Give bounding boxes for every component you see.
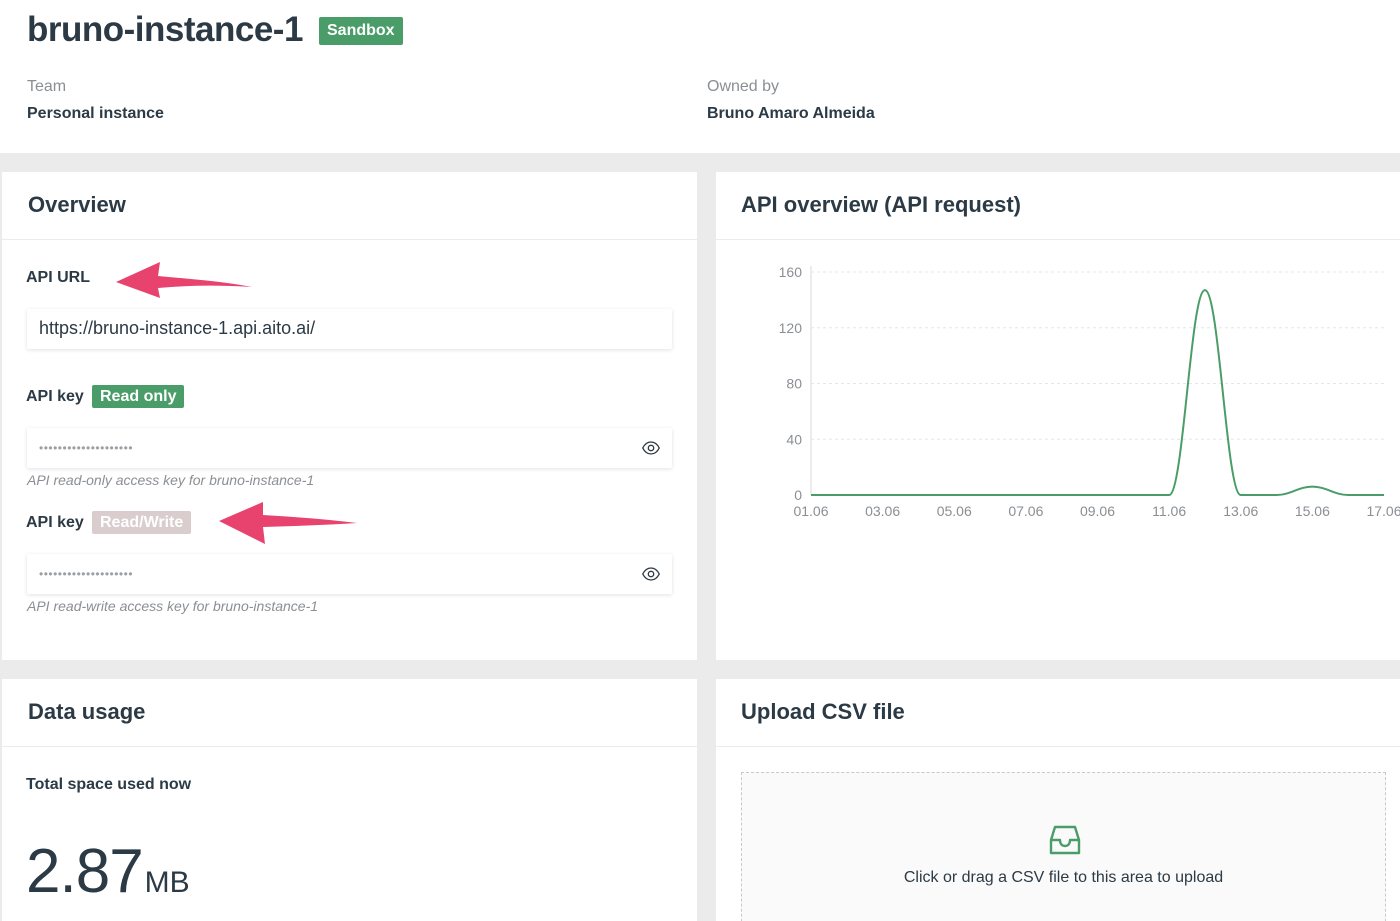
x-tick-label: 09.06	[1080, 503, 1115, 519]
total-space-unit: MB	[144, 866, 190, 899]
api-key-write-field[interactable]: ••••••••••••••••••••	[27, 554, 672, 594]
sandbox-badge: Sandbox	[319, 17, 403, 45]
read-only-badge: Read only	[92, 385, 185, 408]
api-overview-title: API overview (API request)	[741, 192, 1021, 217]
api-key-read-helper: API read-only access key for bruno-insta…	[27, 472, 315, 488]
eye-icon[interactable]	[642, 565, 660, 583]
api-key-write-label: API key	[26, 514, 84, 531]
annotation-arrow-api-key	[219, 502, 357, 544]
overview-title: Overview	[28, 192, 126, 217]
api-url-label: API URL	[26, 269, 90, 286]
api-key-read-field[interactable]: ••••••••••••••••••••	[27, 428, 672, 468]
x-tick-label: 13.06	[1223, 503, 1258, 519]
x-tick-label: 01.06	[793, 503, 828, 519]
series-line	[811, 289, 1384, 496]
inbox-icon	[1049, 825, 1081, 855]
x-tick-label: 03.06	[865, 503, 900, 519]
y-tick-label: 40	[786, 431, 802, 447]
total-space-value: 2.87MB	[26, 836, 190, 907]
data-usage-card-header: Data usage	[2, 679, 697, 747]
api-overview-card: API overview (API request) 0 40 80 120 160 01…	[716, 172, 1400, 660]
api-request-chart: 0 40 80 120 160 01.06 03.06 05.06 07.06 09.06 11.0…	[779, 264, 1400, 519]
read-write-badge: Read/Write	[92, 511, 192, 534]
x-tick-label: 11.06	[1152, 503, 1186, 519]
api-key-read-label: API key	[26, 388, 84, 405]
upload-instructions: Click or drag a CSV file to this area to…	[903, 869, 1224, 886]
y-tick-label: 80	[786, 376, 802, 392]
y-tick-label: 0	[794, 487, 802, 503]
owner-label: Owned by	[707, 78, 780, 95]
api-key-read-masked: ••••••••••••••••••••	[39, 441, 134, 455]
api-url-value[interactable]: https://bruno-instance-1.api.aito.ai/	[39, 318, 315, 339]
y-tick-label: 120	[779, 320, 803, 336]
upload-card-header: Upload CSV file	[716, 679, 1400, 747]
api-key-write-helper: API read-write access key for bruno-inst…	[27, 598, 319, 614]
total-space-number: 2.87	[26, 837, 144, 906]
x-tick-label: 17.06	[1366, 503, 1400, 519]
upload-title: Upload CSV file	[741, 699, 905, 724]
instance-title: bruno-instance-1	[27, 10, 303, 49]
team-value: Personal instance	[27, 105, 164, 122]
owner-value: Bruno Amaro Almeida	[707, 105, 875, 122]
api-overview-card-header: API overview (API request)	[716, 172, 1400, 240]
eye-icon[interactable]	[642, 439, 660, 457]
x-tick-label: 05.06	[937, 503, 972, 519]
api-key-write-masked: ••••••••••••••••••••	[39, 567, 134, 581]
api-url-field[interactable]: https://bruno-instance-1.api.aito.ai/	[27, 309, 672, 349]
csv-dropzone[interactable]: Click or drag a CSV file to this area to…	[741, 772, 1386, 921]
overview-card-header: Overview	[2, 172, 697, 240]
annotation-arrow-api-url	[116, 262, 252, 298]
instance-header: bruno-instance-1 Sandbox Team Personal i…	[0, 0, 1400, 153]
x-tick-label: 07.06	[1008, 503, 1043, 519]
team-label: Team	[27, 78, 67, 95]
total-space-label: Total space used now	[26, 776, 192, 793]
data-usage-title: Data usage	[28, 699, 146, 724]
y-tick-label: 160	[779, 264, 803, 280]
x-tick-label: 15.06	[1295, 503, 1330, 519]
